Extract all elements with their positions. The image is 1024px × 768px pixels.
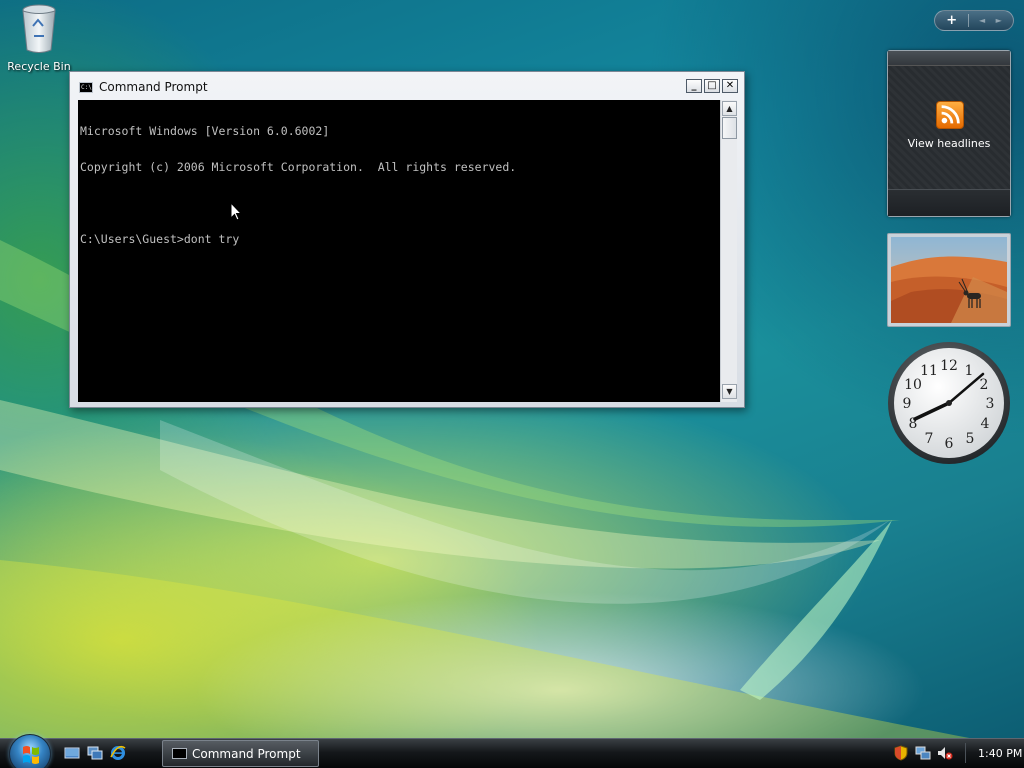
clock-numeral: 2 [980, 377, 989, 393]
start-button[interactable] [9, 734, 51, 768]
clock-numeral: 9 [903, 396, 912, 412]
title-bar[interactable]: C:\ Command Prompt _ □ ✕ [74, 77, 740, 97]
clock-numeral: 6 [945, 436, 954, 452]
clock-numeral: 10 [904, 377, 922, 393]
console-line-prompt: C:\Users\Guest>dont try [80, 232, 240, 246]
clock-numeral: 5 [966, 431, 975, 447]
desktop-icon-recycle-bin[interactable]: Recycle Bin [4, 2, 74, 73]
clock-gadget[interactable]: 12 1 2 3 4 5 6 7 8 9 10 11 [886, 340, 1012, 466]
clock-numeral: 1 [965, 363, 974, 379]
volume-muted-icon[interactable] [937, 745, 953, 761]
clock-numeral: 4 [981, 416, 990, 432]
console-line-version: Microsoft Windows [Version 6.0.6002] [80, 124, 330, 138]
close-button[interactable]: ✕ [722, 79, 738, 93]
recycle-bin-icon [22, 4, 56, 53]
recycle-bin-label: Recycle Bin [7, 60, 71, 73]
switch-windows-icon[interactable] [87, 745, 103, 761]
taskbar-button-command-prompt[interactable]: Command Prompt [162, 740, 319, 767]
maximize-button[interactable]: □ [704, 79, 720, 93]
command-prompt-window[interactable]: C:\ Command Prompt _ □ ✕ Microsoft Windo… [69, 71, 745, 408]
tray-divider [965, 743, 966, 763]
show-desktop-icon[interactable] [64, 745, 80, 761]
taskbar [0, 738, 1024, 768]
slideshow-gadget[interactable] [887, 233, 1011, 327]
clock-numeral: 7 [925, 431, 934, 447]
scroll-down-button[interactable]: ▼ [722, 384, 737, 399]
taskbar-button-label: Command Prompt [192, 746, 301, 761]
window-controls: _ □ ✕ [686, 79, 738, 93]
console-line-copyright: Copyright (c) 2006 Microsoft Corporation… [80, 160, 517, 174]
feed-headlines-gadget[interactable]: View headlines [887, 50, 1011, 217]
scroll-up-button[interactable]: ▲ [722, 101, 737, 116]
console-output[interactable]: Microsoft Windows [Version 6.0.6002] Cop… [78, 100, 720, 402]
clock-numeral: 12 [940, 358, 958, 374]
desert-gazelle-photo [891, 237, 1007, 323]
security-shield-icon[interactable] [893, 745, 909, 761]
rss-icon [936, 101, 964, 129]
windows-logo-icon [23, 746, 39, 764]
clock-numeral: 11 [920, 363, 938, 379]
controls-divider [967, 14, 969, 27]
console-icon: C:\ [79, 81, 93, 93]
previous-page-button[interactable]: ◄ [979, 16, 985, 25]
scroll-thumb[interactable] [722, 117, 737, 139]
next-page-button[interactable]: ► [996, 16, 1002, 25]
view-headlines-link[interactable]: View headlines [888, 137, 1010, 150]
taskbar-clock[interactable]: 1:40 PM [978, 747, 1022, 760]
add-gadget-button[interactable]: + [946, 14, 957, 27]
network-icon[interactable] [915, 745, 931, 761]
clock-numeral: 3 [986, 396, 995, 412]
quick-launch-bar [64, 745, 126, 761]
internet-explorer-icon[interactable] [110, 745, 126, 761]
console-line-blank [80, 197, 718, 209]
sidebar-controls: + ◄ ► [934, 10, 1014, 31]
vertical-scrollbar[interactable]: ▲ ▼ [720, 100, 737, 402]
window-title: Command Prompt [99, 80, 208, 94]
console-icon [172, 748, 187, 759]
notification-area: 1:40 PM [893, 742, 1022, 764]
mouse-pointer-icon [230, 202, 242, 221]
minimize-button[interactable]: _ [686, 79, 702, 93]
